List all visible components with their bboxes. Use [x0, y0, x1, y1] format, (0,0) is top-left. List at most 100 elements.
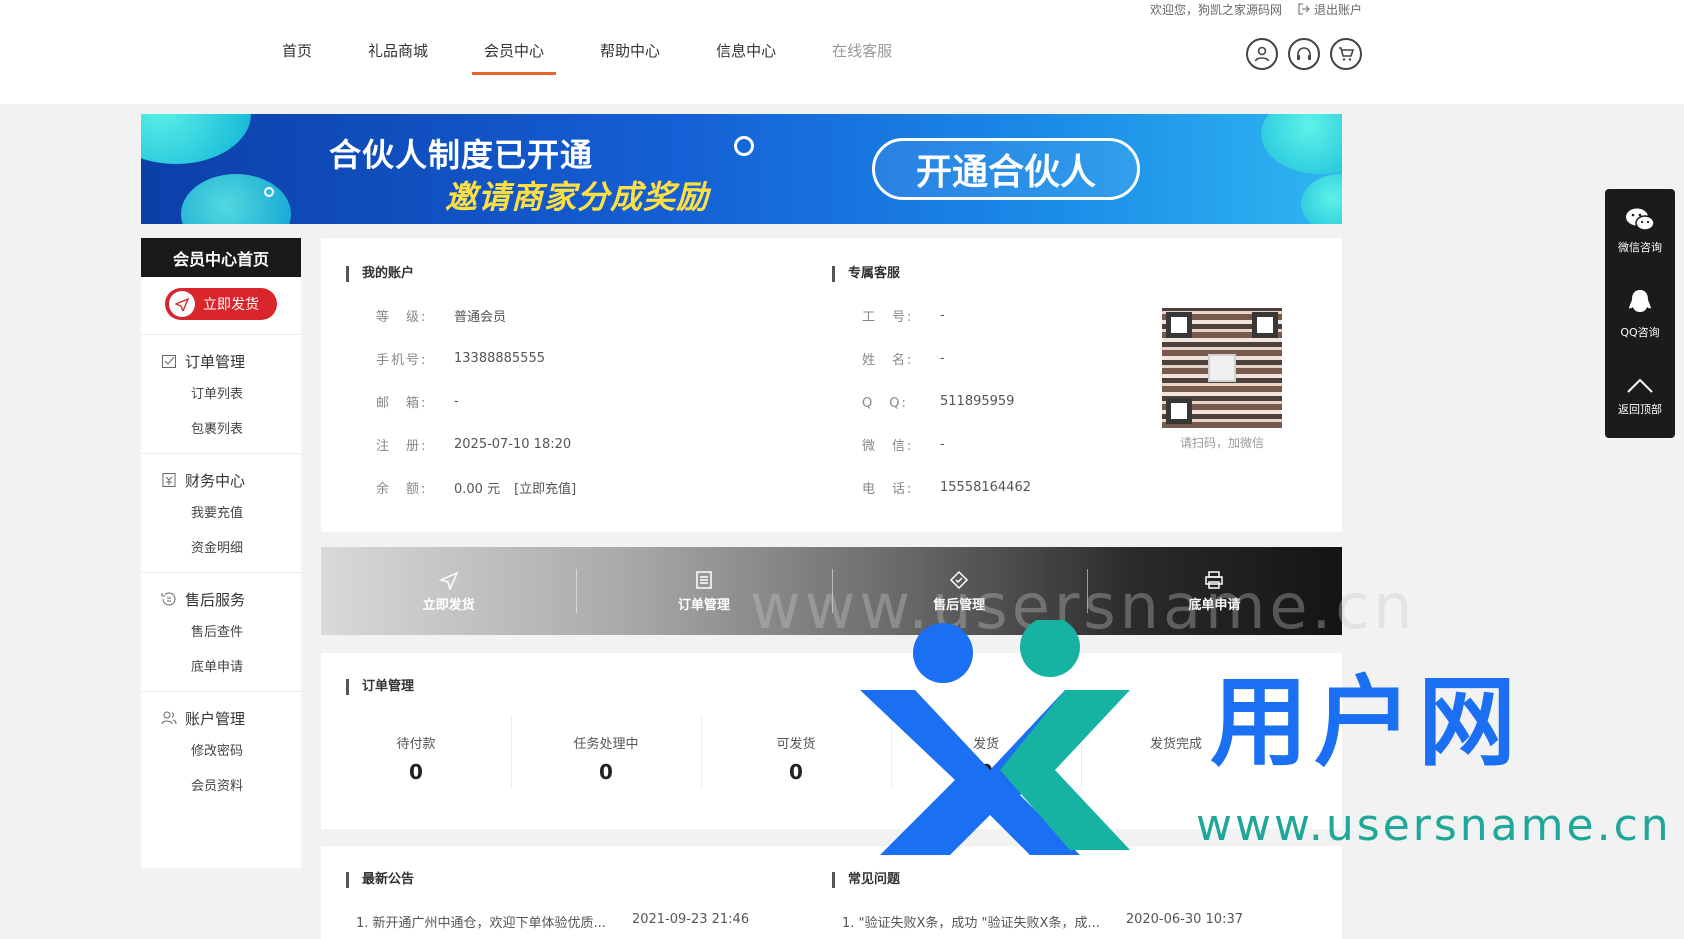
account-row-phone: 手机号: 13388885555 — [376, 337, 776, 380]
qr-center — [1208, 354, 1236, 382]
quick-action-bar: 立即发货 订单管理 售后管理 底单申请 — [321, 547, 1342, 635]
service-section: 专属客服 工 号: - 姓 名: - Q Q: 511895959 微 信: - 电 话… — [832, 266, 1312, 516]
sidebar-item-label: 账户管理 — [185, 709, 246, 728]
action-aftersale-manage[interactable]: 售后管理 — [831, 547, 1087, 635]
sidebar-link-order-list[interactable]: 订单列表 — [141, 377, 301, 412]
notice-item[interactable]: 1. 新开通广州中通仓，欢迎下单体验优质... 2021-09-23 21:46 — [346, 912, 786, 931]
sidebar-title[interactable]: 会员中心首页 — [141, 238, 301, 277]
sidebar-group-account: 账户管理 修改密码 会员资料 — [141, 691, 301, 810]
qr-corner — [1166, 398, 1192, 424]
back-to-top-button[interactable]: 返回顶部 — [1605, 355, 1675, 438]
sidebar-item-finance[interactable]: 财务中心 — [141, 464, 301, 496]
recharge-link[interactable]: [立即充值] — [514, 478, 576, 497]
action-receipt-request[interactable]: 底单申请 — [1086, 547, 1342, 635]
sidebar-item-label: 售后服务 — [185, 590, 246, 609]
qq-consult-button[interactable]: QQ咨询 — [1605, 272, 1675, 355]
field-label: 微 信: — [862, 439, 914, 454]
headset-icon[interactable] — [1288, 38, 1320, 70]
field-label: 余 额: — [376, 482, 428, 497]
qr-corner — [1166, 312, 1192, 338]
sidebar-group-finance: 财务中心 我要充值 资金明细 — [141, 453, 301, 572]
field-label: Q Q: — [862, 396, 908, 411]
account-row-level: 等 级: 普通会员 — [376, 294, 776, 337]
list-icon — [696, 570, 712, 589]
action-label: 售后管理 — [933, 597, 986, 613]
stat-value: 0 — [789, 760, 803, 784]
account-row-balance: 余 额: 0.00 元 [立即充值] — [376, 466, 776, 509]
account-row-registered: 注 册: 2025-07-10 18:20 — [376, 423, 776, 466]
sidebar-item-account[interactable]: 账户管理 — [141, 702, 301, 734]
nav-home[interactable]: 首页 — [270, 32, 324, 75]
sidebar-link-aftersale-query[interactable]: 售后查件 — [141, 615, 301, 650]
action-label: 订单管理 — [677, 597, 730, 613]
floating-service-panel: 微信咨询 QQ咨询 返回顶部 — [1605, 189, 1675, 438]
become-partner-button[interactable]: 开通合伙人 — [872, 138, 1140, 200]
action-ship-now[interactable]: 立即发货 — [321, 547, 576, 635]
sidebar-link-receipt-request[interactable]: 底单申请 — [141, 650, 301, 685]
service-icon — [161, 592, 176, 606]
section-title: 常见问题 — [832, 872, 1312, 888]
nav-online-service[interactable]: 在线客服 — [820, 32, 904, 75]
top-header: 欢迎您，狗凯之家源码网 退出账户 首页 礼品商城 会员中心 帮助中心 信息中心 … — [0, 0, 1684, 104]
stat-shipping[interactable]: 发货 0 — [891, 715, 1081, 789]
stat-shipped[interactable]: 发货完成 — [1081, 715, 1271, 789]
faq-item[interactable]: 1. "验证失败X条，成功 "验证失败X条，成... 2020-06-30 10… — [832, 912, 1312, 931]
field-value: - — [940, 437, 945, 452]
wechat-qr-code — [1162, 308, 1282, 428]
field-label: 电 话: — [862, 482, 914, 497]
faq-date: 2020-06-30 10:37 — [1125, 912, 1243, 927]
printer-icon — [1205, 570, 1224, 589]
sidebar-item-aftersale[interactable]: 售后服务 — [141, 583, 301, 615]
field-label: 等 级: — [376, 310, 428, 325]
section-title: 订单管理 — [346, 679, 414, 695]
send-icon — [438, 571, 459, 590]
stat-value: 0 — [979, 760, 993, 784]
field-value: 511895959 — [940, 394, 1015, 409]
nav-info-center[interactable]: 信息中心 — [704, 32, 788, 75]
stat-processing[interactable]: 任务处理中 0 — [511, 715, 701, 789]
logout-link[interactable]: 退出账户 — [1298, 1, 1362, 18]
nav-help-center[interactable]: 帮助中心 — [588, 32, 672, 75]
sidebar-item-label: 财务中心 — [185, 471, 246, 490]
stat-value: 0 — [599, 760, 613, 784]
wechat-consult-button[interactable]: 微信咨询 — [1605, 189, 1675, 272]
action-order-manage[interactable]: 订单管理 — [576, 547, 831, 635]
order-stats-card: 订单管理 待付款 0 任务处理中 0 可发货 0 发货 0 发货完成 — [321, 653, 1342, 829]
user-icon[interactable] — [1246, 38, 1278, 70]
banner-blob — [1261, 114, 1342, 174]
my-account-section: 我的账户 等 级: 普通会员 手机号: 13388885555 邮 箱: - 注 册:… — [346, 266, 776, 509]
stat-label: 待付款 — [396, 737, 436, 752]
field-value: - — [940, 308, 945, 323]
sidebar-link-member-profile[interactable]: 会员资料 — [141, 769, 301, 804]
notice-date: 2021-09-23 21:46 — [631, 912, 750, 927]
sidebar-link-fund-details[interactable]: 资金明细 — [141, 531, 301, 566]
stat-pending-payment[interactable]: 待付款 0 — [321, 733, 511, 784]
logout-label: 退出账户 — [1313, 2, 1362, 17]
field-value: - — [940, 351, 945, 366]
sidebar-link-change-password[interactable]: 修改密码 — [141, 734, 301, 769]
sidebar-item-orders[interactable]: 订单管理 — [141, 345, 301, 377]
notice-text: 1. 新开通广州中通仓，欢迎下单体验优质... — [356, 916, 606, 931]
nav-gift-mall[interactable]: 礼品商城 — [356, 32, 440, 75]
sidebar-link-package-list[interactable]: 包裹列表 — [141, 412, 301, 447]
section-title: 专属客服 — [832, 266, 1312, 282]
banner-line2: 邀请商家分成奖励 — [445, 178, 710, 216]
partner-banner[interactable]: 合伙人制度已开通 邀请商家分成奖励 开通合伙人 — [141, 114, 1342, 224]
stat-label: 发货完成 — [1149, 737, 1202, 752]
stat-ready-to-ship[interactable]: 可发货 0 — [701, 715, 891, 789]
float-label: 返回顶部 — [1618, 402, 1662, 416]
qr-caption: 请扫码，加微信 — [1179, 436, 1264, 450]
nav-member-center[interactable]: 会员中心 — [472, 32, 557, 75]
section-title: 最新公告 — [346, 872, 786, 888]
checkbox-icon — [162, 355, 176, 368]
welcome-text: 欢迎您，狗凯之家源码网 — [1149, 2, 1282, 17]
wechat-icon — [1626, 208, 1655, 231]
cart-icon[interactable] — [1330, 38, 1362, 70]
section-title: 我的账户 — [346, 266, 776, 282]
sidebar-link-recharge[interactable]: 我要充值 — [141, 496, 301, 531]
action-label: 立即发货 — [422, 597, 475, 613]
finance-icon — [162, 473, 176, 487]
ship-now-button[interactable]: 立即发货 — [165, 288, 277, 320]
notices-card: 最新公告 1. 新开通广州中通仓，欢迎下单体验优质... 2021-09-23 … — [321, 846, 1342, 939]
banner-blob — [141, 114, 251, 164]
